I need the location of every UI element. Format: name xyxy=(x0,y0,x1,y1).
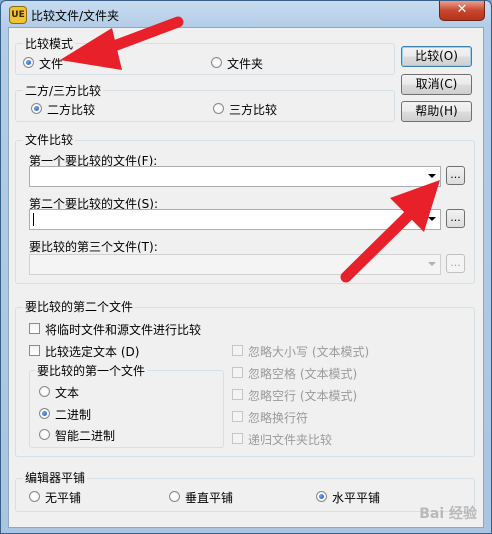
checkbox-ignore-line-endings-label: 忽略换行符 xyxy=(248,411,309,425)
checkbox-ignore-line-endings xyxy=(232,411,243,422)
first-file-type-label: 要比较的第一个文件 xyxy=(35,364,148,378)
radio-two-way-label: 二方比较 xyxy=(47,103,96,117)
first-file-combo[interactable] xyxy=(29,166,441,187)
radio-text-label: 文本 xyxy=(55,386,80,400)
checkbox-recursive-folder xyxy=(232,433,243,444)
chevron-down-icon xyxy=(428,262,436,266)
chevron-down-icon[interactable] xyxy=(428,174,436,178)
radio-folder[interactable] xyxy=(211,57,222,68)
two-three-label: 二方/三方比较 xyxy=(23,84,104,98)
radio-horizontal-tiling[interactable] xyxy=(316,491,327,502)
checkbox-ignore-blank-lines xyxy=(232,389,243,400)
third-file-browse-button: ... xyxy=(446,254,465,273)
second-file-browse-button[interactable]: ... xyxy=(446,209,465,228)
compare-mode-label: 比较模式 xyxy=(23,37,76,51)
checkbox-compare-selected[interactable] xyxy=(29,345,40,356)
radio-folder-label: 文件夹 xyxy=(227,57,264,71)
watermark: Bai 经验 xyxy=(419,506,477,522)
radio-text[interactable] xyxy=(39,386,50,397)
radio-binary-label: 二进制 xyxy=(55,408,92,422)
title-bar[interactable]: UE 比较文件/文件夹 ✕ xyxy=(1,1,491,27)
third-file-combo xyxy=(29,254,441,275)
tiling-label: 编辑器平铺 xyxy=(23,471,88,485)
radio-smart-binary-label: 智能二进制 xyxy=(55,429,116,443)
third-file-label: 要比较的第三个文件(T): xyxy=(29,240,158,254)
checkbox-ignore-spaces xyxy=(232,367,243,378)
help-button[interactable]: 帮助(H) xyxy=(401,101,472,122)
compare-button[interactable]: 比较(O) xyxy=(401,46,472,67)
checkbox-ignore-blank-lines-label: 忽略空行 (文本模式) xyxy=(248,389,358,403)
radio-three-way[interactable] xyxy=(213,103,224,114)
checkbox-compare-temp-label: 将临时文件和源文件进行比较 xyxy=(45,323,202,337)
chevron-down-icon[interactable] xyxy=(428,217,436,221)
radio-vertical-tiling-label: 垂直平铺 xyxy=(185,491,234,505)
radio-smart-binary[interactable] xyxy=(39,429,50,440)
checkbox-compare-selected-label: 比较选定文本 (D) xyxy=(45,345,140,359)
close-button[interactable]: ✕ xyxy=(439,1,485,21)
checkbox-ignore-spaces-label: 忽略空格 (文本模式) xyxy=(248,367,358,381)
checkbox-compare-temp[interactable] xyxy=(29,323,40,334)
text-caret xyxy=(33,213,34,226)
checkbox-ignore-case-label: 忽略大小写 (文本模式) xyxy=(248,345,370,359)
radio-file-label: 文件 xyxy=(39,57,64,71)
dialog-window: UE 比较文件/文件夹 ✕ 比较模式 文件 文件夹 二方/三方比较 二方比较 三… xyxy=(0,0,492,534)
second-file-group-label: 要比较的第二个文件 xyxy=(23,300,136,314)
radio-two-way[interactable] xyxy=(31,103,42,114)
checkbox-recursive-folder-label: 递归文件夹比较 xyxy=(248,433,333,447)
window-title: 比较文件/文件夹 xyxy=(31,9,120,23)
dialog-client-area: 比较模式 文件 文件夹 二方/三方比较 二方比较 三方比较 比较(O) 取消(C… xyxy=(8,27,484,528)
radio-vertical-tiling[interactable] xyxy=(169,491,180,502)
checkbox-ignore-case xyxy=(232,345,243,356)
radio-binary[interactable] xyxy=(39,408,50,419)
file-compare-label: 文件比较 xyxy=(23,133,76,147)
radio-no-tiling-label: 无平铺 xyxy=(45,491,82,505)
radio-horizontal-tiling-label: 水平平铺 xyxy=(332,491,381,505)
radio-file[interactable] xyxy=(23,57,34,68)
first-file-browse-button[interactable]: ... xyxy=(446,166,465,185)
app-icon: UE xyxy=(9,6,27,24)
radio-three-way-label: 三方比较 xyxy=(229,103,278,117)
second-file-combo[interactable] xyxy=(29,209,441,230)
radio-no-tiling[interactable] xyxy=(29,491,40,502)
cancel-button[interactable]: 取消(C) xyxy=(401,74,472,95)
